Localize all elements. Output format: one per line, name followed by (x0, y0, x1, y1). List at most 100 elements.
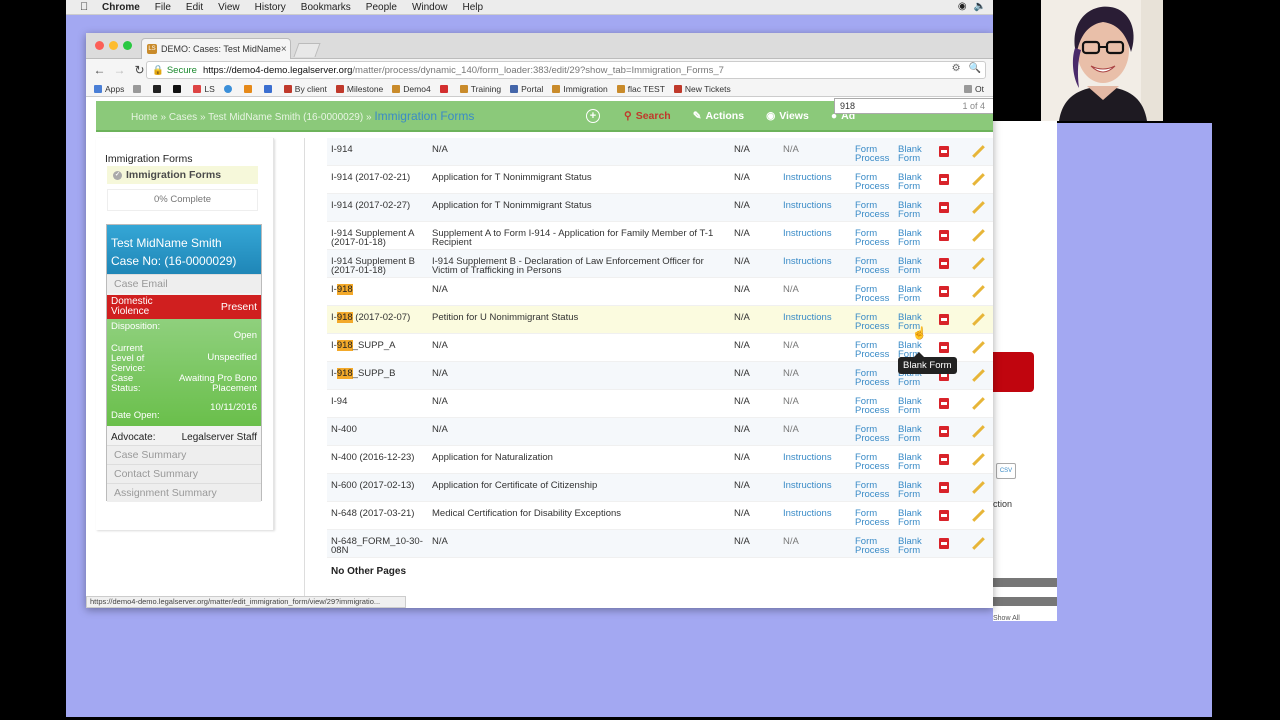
menu-people[interactable]: People (366, 2, 397, 13)
assignment-summary-link[interactable]: Assignment Summary (107, 483, 261, 502)
pencil-edit-icon[interactable] (972, 397, 985, 410)
form-process-link[interactable]: Form Process (855, 173, 895, 192)
bookmark-apps[interactable]: Apps (94, 84, 124, 94)
pdf-icon[interactable] (939, 342, 949, 353)
blank-form-link[interactable]: Blank Form (898, 229, 928, 248)
pencil-edit-icon[interactable] (972, 481, 985, 494)
breadcrumb-cases[interactable]: Cases (169, 112, 197, 123)
pencil-edit-icon[interactable] (972, 257, 985, 270)
pencil-edit-icon[interactable] (972, 285, 985, 298)
instructions-link[interactable]: Instructions (783, 313, 832, 323)
actions-button[interactable]: ✎ Actions (685, 110, 752, 122)
pdf-icon[interactable] (939, 426, 949, 437)
new-tab-button[interactable] (293, 43, 321, 57)
extension-icon[interactable]: ⚙ (952, 63, 961, 74)
bookmark-training[interactable]: Training (459, 84, 501, 94)
blank-form-link[interactable]: Blank Form (898, 425, 928, 444)
contact-summary-link[interactable]: Contact Summary (107, 464, 261, 483)
menu-file[interactable]: File (155, 2, 171, 13)
close-window-icon[interactable] (95, 41, 104, 50)
form-process-link[interactable]: Form Process (855, 201, 895, 220)
apple-icon[interactable]:  (80, 1, 92, 13)
bookmark-demo4[interactable]: Demo4 (392, 84, 431, 94)
form-process-link[interactable]: Form Process (855, 397, 895, 416)
forward-icon[interactable]: → (113, 63, 126, 77)
instructions-link[interactable]: Instructions (783, 257, 832, 267)
menu-app-chrome[interactable]: Chrome (102, 2, 140, 13)
find-bar[interactable]: 918 1 of 4 (834, 98, 993, 114)
pencil-edit-icon[interactable] (972, 229, 985, 242)
form-process-link[interactable]: Form Process (855, 509, 895, 528)
bookmark-icon-1[interactable] (153, 84, 164, 93)
form-process-link[interactable]: Form Process (855, 453, 895, 472)
instructions-link[interactable]: Instructions (783, 509, 832, 519)
pdf-icon[interactable] (939, 202, 949, 213)
back-icon[interactable]: ← (93, 63, 106, 77)
volume-icon[interactable]: 🔈 (974, 1, 986, 12)
pencil-edit-icon[interactable] (972, 509, 985, 522)
bookmark-new-tickets[interactable]: New Tickets (673, 84, 731, 94)
find-input[interactable]: 918 (840, 101, 855, 111)
bookmark-milestone[interactable]: Milestone (335, 84, 383, 94)
form-process-link[interactable]: Form Process (855, 481, 895, 500)
add-icon[interactable]: + (586, 108, 600, 123)
form-process-link[interactable]: Form Process (855, 369, 895, 388)
blank-form-link[interactable]: Blank Form (898, 285, 928, 304)
instructions-link[interactable]: Instructions (783, 229, 832, 239)
pdf-icon[interactable] (939, 174, 949, 185)
blank-form-link[interactable]: Blank Form (898, 453, 928, 472)
menu-history[interactable]: History (255, 2, 286, 13)
menu-bookmarks[interactable]: Bookmarks (301, 2, 351, 13)
bookmark-icon-5[interactable] (263, 84, 275, 93)
bookmark-flac-test[interactable]: flac TEST (616, 84, 665, 94)
blank-form-link[interactable]: Blank Form (898, 509, 928, 528)
csv-icon[interactable]: CSV (996, 463, 1016, 479)
instructions-link[interactable]: Instructions (783, 201, 832, 211)
pdf-icon[interactable] (939, 230, 949, 241)
bookmark-immigration[interactable]: Immigration (552, 84, 608, 94)
bookmark-folder[interactable] (133, 84, 144, 93)
pencil-edit-icon[interactable] (972, 201, 985, 214)
form-process-link[interactable]: Form Process (855, 257, 895, 276)
form-process-link[interactable]: Form Process (855, 145, 895, 164)
pencil-edit-icon[interactable] (972, 341, 985, 354)
search-button[interactable]: ⚲ Search (616, 110, 679, 122)
minimize-window-icon[interactable] (109, 41, 118, 50)
views-button[interactable]: ◉ Views (758, 110, 817, 122)
menu-window[interactable]: Window (412, 2, 448, 13)
pdf-icon[interactable] (939, 398, 949, 409)
record-icon[interactable]: ◉ (958, 1, 967, 12)
bookmark-ls[interactable]: LS (193, 84, 215, 94)
pdf-icon[interactable] (939, 510, 949, 521)
blank-form-link[interactable]: Blank Form (898, 397, 928, 416)
close-tab-icon[interactable]: × (281, 44, 287, 55)
pdf-icon[interactable] (939, 286, 949, 297)
menu-edit[interactable]: Edit (186, 2, 203, 13)
pdf-icon[interactable] (939, 146, 949, 157)
form-process-link[interactable]: Form Process (855, 313, 895, 332)
pdf-icon[interactable] (939, 454, 949, 465)
instructions-link[interactable]: Instructions (783, 453, 832, 463)
pencil-edit-icon[interactable] (972, 453, 985, 466)
blank-form-link[interactable]: Blank Form (898, 537, 928, 556)
form-process-link[interactable]: Form Process (855, 425, 895, 444)
form-process-link[interactable]: Form Process (855, 341, 895, 360)
pdf-icon[interactable] (939, 314, 949, 325)
bookmark-icon-3[interactable] (223, 84, 235, 93)
instructions-link[interactable]: Instructions (783, 481, 832, 491)
blank-form-link[interactable]: Blank Form (898, 173, 928, 192)
menu-help[interactable]: Help (463, 2, 484, 13)
blank-form-link[interactable]: Blank Form (898, 145, 928, 164)
other-bookmarks[interactable]: Ot (964, 84, 984, 94)
bookmark-icon-4[interactable] (243, 84, 255, 93)
menu-view[interactable]: View (218, 2, 240, 13)
browser-tab[interactable]: LS DEMO: Cases: Test MidName × (141, 38, 291, 59)
bookmark-by-client[interactable]: By client (283, 84, 327, 94)
form-process-link[interactable]: Form Process (855, 229, 895, 248)
pdf-icon[interactable] (939, 482, 949, 493)
pencil-edit-icon[interactable] (972, 369, 985, 382)
pencil-edit-icon[interactable] (972, 145, 985, 158)
instructions-link[interactable]: Instructions (783, 173, 832, 183)
pencil-edit-icon[interactable] (972, 425, 985, 438)
case-summary-link[interactable]: Case Summary (107, 445, 261, 464)
